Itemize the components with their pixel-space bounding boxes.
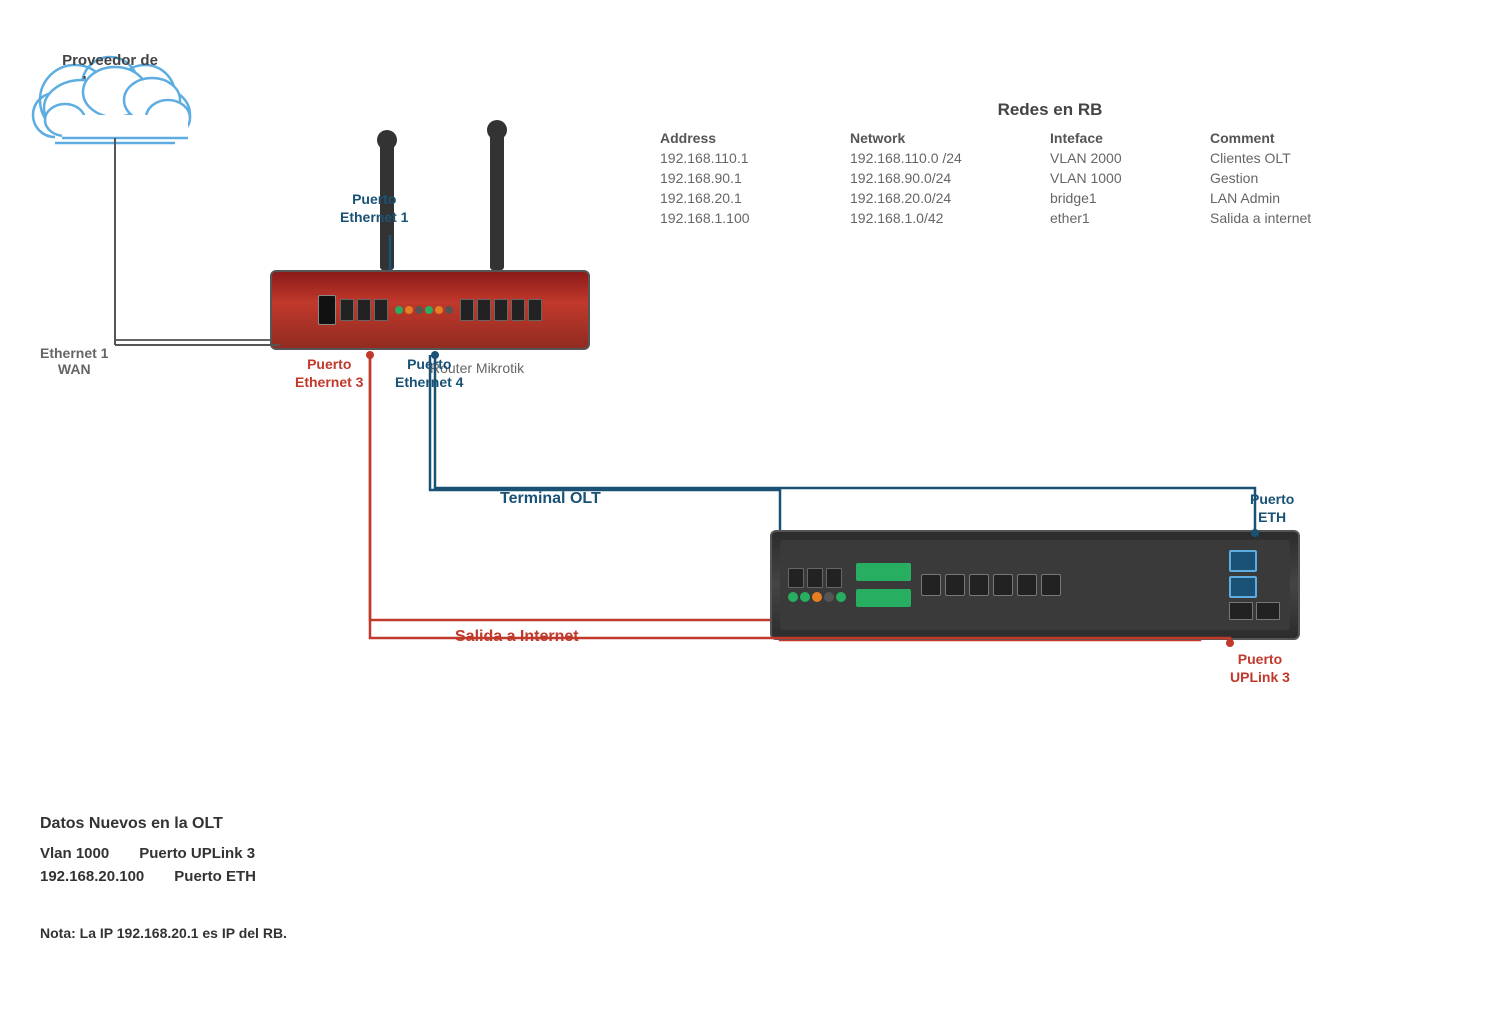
terminal-olt-label: Terminal OLT <box>500 490 601 508</box>
router-ports-row1 <box>340 299 388 321</box>
table-row-3: 192.168.20.1 192.168.20.0/24 bridge1 LAN… <box>660 190 1440 206</box>
olt-right-ports <box>1229 550 1290 620</box>
row2-address: 192.168.90.1 <box>660 170 830 186</box>
datos-nuevos-title: Datos Nuevos en la OLT <box>40 815 256 833</box>
datos-row2: 192.168.20.100 Puerto ETH <box>40 868 256 885</box>
row3-address: 192.168.20.1 <box>660 190 830 206</box>
olt-device <box>770 530 1300 640</box>
diagram-container: Proveedor de Internet Ethernet 1 WAN Pue… <box>0 0 1500 1031</box>
olt-mid-ports <box>913 574 1069 596</box>
row1-network: 192.168.110.0 /24 <box>850 150 1030 166</box>
row3-network: 192.168.20.0/24 <box>850 190 1030 206</box>
row4-interface: ether1 <box>1050 210 1190 226</box>
row1-comment: Clientes OLT <box>1210 150 1370 166</box>
datos-nuevos-section: Datos Nuevos en la OLT Vlan 1000 Puerto … <box>40 815 256 891</box>
router-sfp-port <box>318 295 336 325</box>
row3-interface: bridge1 <box>1050 190 1190 206</box>
row4-comment: Salida a internet <box>1210 210 1370 226</box>
datos-row2-col2: Puerto ETH <box>174 868 256 885</box>
note-text: Nota: La IP 192.168.20.1 es IP del RB. <box>40 925 287 941</box>
row3-comment: LAN Admin <box>1210 190 1370 206</box>
router-device <box>270 270 590 350</box>
row4-network: 192.168.1.0/42 <box>850 210 1030 226</box>
port-eth1-label: Puerto Ethernet 1 <box>340 190 408 226</box>
olt-sfp-section <box>854 561 913 609</box>
antenna-ball-right <box>487 120 507 140</box>
row2-network: 192.168.90.0/24 <box>850 170 1030 186</box>
salida-internet-label: Salida a Internet <box>455 628 579 646</box>
table-row-4: 192.168.1.100 192.168.1.0/42 ether1 Sali… <box>660 210 1440 226</box>
olt-port-eth-label: Puerto ETH <box>1250 490 1294 526</box>
router-ports-row2 <box>460 299 542 321</box>
table-row-1: 192.168.110.1 192.168.110.0 /24 VLAN 200… <box>660 150 1440 166</box>
row4-address: 192.168.1.100 <box>660 210 830 226</box>
row2-comment: Gestion <box>1210 170 1370 186</box>
port-eth4-label: Puerto Ethernet 4 <box>395 355 463 391</box>
datos-row2-col1: 192.168.20.100 <box>40 868 144 885</box>
header-network: Network <box>850 130 1030 146</box>
ethernet-wan-label: Ethernet 1 WAN <box>40 345 108 377</box>
led-indicators <box>395 306 453 314</box>
datos-row1-col1: Vlan 1000 <box>40 845 109 862</box>
table-row-2: 192.168.90.1 192.168.90.0/24 VLAN 1000 G… <box>660 170 1440 186</box>
row2-interface: VLAN 1000 <box>1050 170 1190 186</box>
port-eth3-label: Puerto Ethernet 3 <box>295 355 363 391</box>
datos-row1: Vlan 1000 Puerto UPLink 3 <box>40 845 256 862</box>
header-comment: Comment <box>1210 130 1380 146</box>
header-interface: Inteface <box>1050 130 1190 146</box>
olt-inner <box>780 540 1290 630</box>
row1-interface: VLAN 2000 <box>1050 150 1190 166</box>
antenna-ball-left <box>377 130 397 150</box>
antenna-right <box>490 130 504 270</box>
datos-row1-col2: Puerto UPLink 3 <box>139 845 255 862</box>
redes-table-area: Redes en RB Address Network Inteface Com… <box>660 100 1440 230</box>
table-header-row: Address Network Inteface Comment <box>660 130 1440 146</box>
table-title: Redes en RB <box>660 100 1440 120</box>
olt-port-uplink-label: Puerto UPLink 3 <box>1230 650 1290 686</box>
olt-left-section <box>780 568 854 602</box>
cloud-label: Proveedor de Internet <box>30 50 190 92</box>
row1-address: 192.168.110.1 <box>660 150 830 166</box>
header-address: Address <box>660 130 830 146</box>
